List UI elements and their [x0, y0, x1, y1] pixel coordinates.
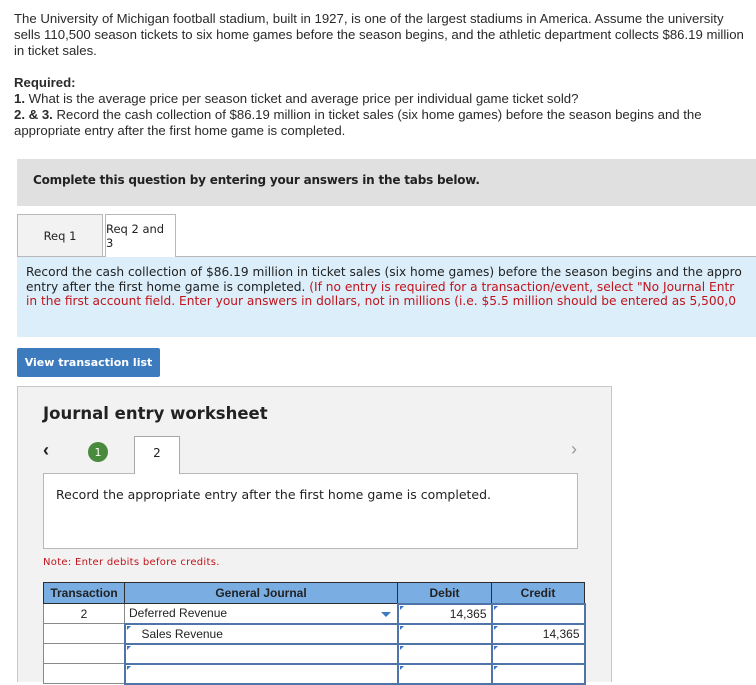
instruction-warning-2: in the first account field. Enter your a… [26, 294, 736, 308]
dropdown-arrow-icon[interactable] [380, 612, 391, 617]
column-header-debit: Debit [397, 582, 492, 604]
instruction-warning-1: (If no entry is required for a transacti… [309, 279, 735, 294]
instructions-banner: Complete this question by entering your … [17, 159, 756, 206]
worksheet-title: Journal entry worksheet [43, 404, 268, 423]
transaction-cell [43, 643, 125, 664]
table-row [43, 662, 586, 685]
account-select[interactable] [123, 642, 399, 665]
transaction-cell [43, 663, 125, 684]
chevron-left-icon[interactable]: ‹ [43, 440, 57, 460]
credit-input[interactable]: 14,365 [490, 622, 586, 645]
journal-table: Transaction General Journal Debit Credit… [43, 582, 586, 685]
tab-instructions: Record the cash collection of $86.19 mil… [17, 257, 756, 337]
credit-input[interactable] [490, 662, 586, 685]
column-header-transaction: Transaction [43, 582, 125, 604]
debit-input[interactable]: 14,365 [396, 602, 493, 625]
tab-req-2-and-3[interactable]: Req 2 and 3 [105, 214, 176, 257]
table-row [43, 642, 586, 665]
required-label: Required: [14, 75, 76, 90]
column-header-general-journal: General Journal [124, 582, 398, 604]
transaction-cell [43, 623, 125, 644]
step-1-completed[interactable]: 1 [88, 442, 108, 462]
view-transaction-list-button[interactable]: View transaction list [17, 348, 160, 377]
transaction-cell: 2 [43, 603, 125, 624]
debits-note: Note: Enter debits before credits. [43, 557, 220, 568]
credit-input[interactable] [490, 602, 586, 625]
required-item-2: 2. & 3. Record the cash collection of $8… [14, 107, 702, 138]
debit-input[interactable] [396, 662, 493, 685]
tab-req-1[interactable]: Req 1 [17, 214, 103, 256]
credit-input[interactable] [490, 642, 586, 665]
column-header-credit: Credit [491, 582, 585, 604]
table-row: Sales Revenue 14,365 [43, 622, 586, 645]
instruction-line-1: Record the cash collection of $86.19 mil… [26, 265, 742, 279]
problem-paragraph: The University of Michigan football stad… [14, 11, 744, 58]
journal-entry-worksheet: Journal entry worksheet ‹ 1 2 › Record t… [17, 386, 612, 685]
chevron-right-icon[interactable]: › [571, 439, 585, 459]
account-select[interactable]: Sales Revenue [123, 622, 399, 645]
instruction-line-2: entry after the first home game is compl… [26, 279, 310, 294]
required-item-1: 1. What is the average price per season … [14, 91, 579, 106]
debit-input[interactable] [396, 622, 493, 645]
problem-statement: The University of Michigan football stad… [14, 11, 749, 139]
debit-input[interactable] [396, 642, 493, 665]
account-select[interactable]: Deferred Revenue [124, 603, 398, 624]
worksheet-description: Record the appropriate entry after the f… [43, 473, 578, 549]
account-select[interactable] [123, 662, 399, 685]
table-header-row: Transaction General Journal Debit Credit [43, 582, 585, 604]
step-2-current[interactable]: 2 [134, 436, 180, 474]
table-row: 2 Deferred Revenue 14,365 [43, 602, 586, 625]
